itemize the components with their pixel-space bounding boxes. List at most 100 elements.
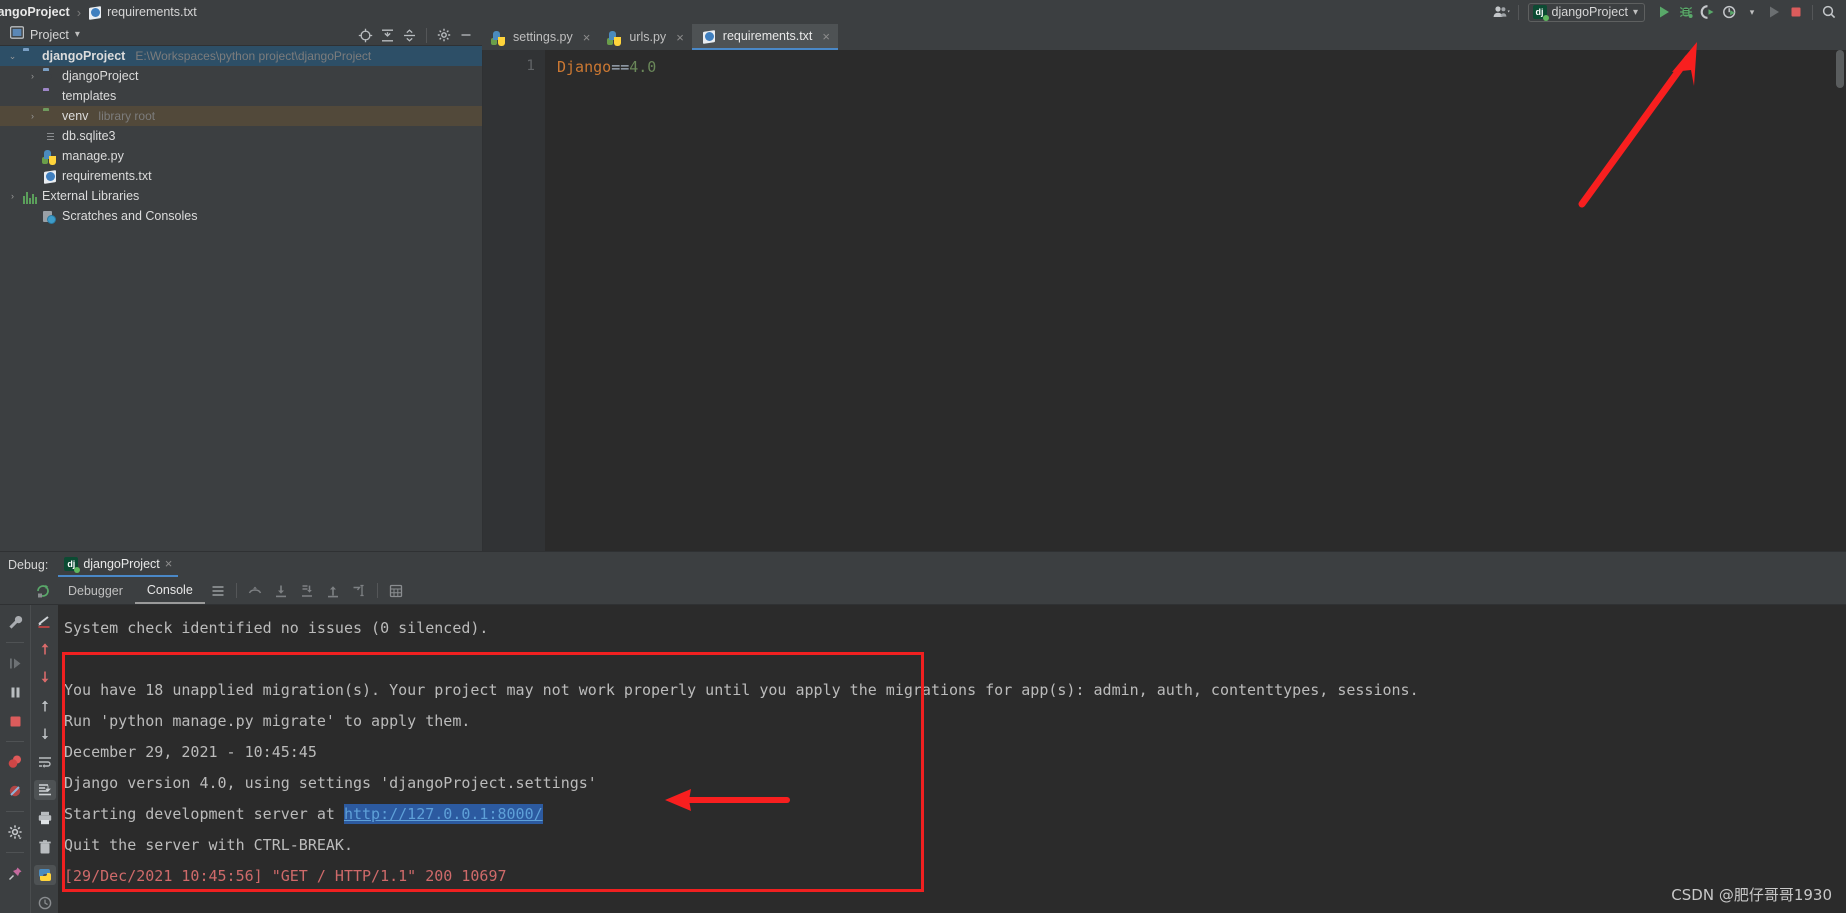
debug-session-tab[interactable]: dj djangoProject ×: [58, 553, 179, 577]
step-into-icon[interactable]: [294, 578, 320, 604]
run-configuration-selector[interactable]: dj djangoProject ▾: [1527, 2, 1645, 22]
console-line: December 29, 2021 - 10:45:45: [64, 743, 317, 761]
mute-breakpoints-icon[interactable]: [4, 780, 26, 802]
step-over-icon[interactable]: [268, 578, 294, 604]
run-with-coverage-button[interactable]: [1697, 1, 1719, 23]
breadcrumb-file[interactable]: requirements.txt: [88, 5, 197, 20]
chevron-down-icon: ▾: [1632, 6, 1638, 18]
arc-arrow-icon[interactable]: [242, 578, 268, 604]
project-tool-window-header: Project ▾: [0, 24, 482, 46]
chevron-down-icon[interactable]: ▾: [1741, 1, 1763, 23]
editor-scrollbar[interactable]: [1834, 50, 1846, 551]
arrow-down-red-icon[interactable]: [34, 667, 56, 687]
debug-session-name: djangoProject: [83, 556, 160, 571]
run-button[interactable]: [1653, 1, 1675, 23]
wrap-lines-icon[interactable]: [34, 752, 56, 772]
breadcrumb-project[interactable]: jangoProject: [0, 5, 70, 19]
tree-item-path: E:\Workspaces\python project\djangoProje…: [135, 49, 372, 63]
arrow-up-red-icon[interactable]: [34, 639, 56, 659]
profile-button[interactable]: [1719, 1, 1741, 23]
tree-item-label: db.sqlite3: [62, 129, 116, 143]
server-url-link[interactable]: http://127.0.0.1:8000/: [343, 804, 543, 824]
scroll-end-icon[interactable]: [33, 780, 56, 801]
arrow-down-icon[interactable]: [34, 724, 56, 744]
pin-icon[interactable]: [4, 862, 26, 884]
soft-wrap-icon[interactable]: [34, 611, 56, 631]
tree-item-requirements-txt[interactable]: requirements.txt: [0, 166, 482, 186]
chevron-down-icon[interactable]: ▾: [75, 29, 80, 40]
python-file-icon: [42, 149, 58, 165]
attach-to-process-button[interactable]: [1763, 1, 1785, 23]
editor-tab-requirements-txt[interactable]: requirements.txt ×: [691, 24, 838, 50]
requirements-file-icon: [43, 169, 58, 184]
editor-tab-settings-py[interactable]: settings.py ×: [482, 24, 598, 50]
console-line: System check identified no issues (0 sil…: [64, 619, 489, 637]
menu-lines-icon[interactable]: [205, 578, 231, 604]
debug-label: Debug:: [8, 557, 49, 572]
django-icon: dj: [64, 556, 81, 573]
run-to-cursor-icon[interactable]: [346, 578, 372, 604]
tab-console[interactable]: Console: [134, 578, 205, 604]
close-icon[interactable]: ×: [676, 30, 684, 45]
user-group-icon[interactable]: [1490, 1, 1513, 23]
tree-item-manage-py[interactable]: manage.py: [0, 146, 482, 166]
close-icon[interactable]: ×: [822, 29, 830, 44]
editor-code[interactable]: Django==4.0: [545, 50, 1846, 551]
debug-button[interactable]: [1675, 1, 1697, 23]
run-configuration-label: djangoProject: [1551, 5, 1628, 19]
minimize-icon[interactable]: [456, 25, 476, 45]
wrench-icon[interactable]: [4, 611, 26, 633]
trash-icon[interactable]: [34, 837, 56, 857]
console-line: You have 18 unapplied migration(s). Your…: [64, 681, 1419, 699]
tab-debugger[interactable]: Debugger: [56, 578, 135, 604]
clock-icon[interactable]: [34, 893, 56, 913]
chevron-right-icon[interactable]: ›: [26, 71, 39, 81]
close-icon[interactable]: ×: [583, 30, 591, 45]
stop-square-icon[interactable]: [4, 710, 26, 732]
arrow-up-icon[interactable]: [34, 696, 56, 716]
chevron-right-icon[interactable]: ›: [6, 191, 19, 201]
gear-icon[interactable]: [434, 25, 454, 45]
editor-tab-urls-py[interactable]: urls.py ×: [598, 24, 691, 50]
project-actions-divider: [426, 27, 427, 43]
breakpoints-icon[interactable]: [4, 751, 26, 773]
resume-icon[interactable]: [4, 652, 26, 674]
expand-all-icon[interactable]: [377, 25, 397, 45]
tree-item-djangoproject-package[interactable]: › djangoProject: [0, 66, 482, 86]
console-line-text: Starting development server at: [64, 805, 344, 823]
debug-console-output[interactable]: System check identified no issues (0 sil…: [58, 605, 1846, 913]
chevron-right-icon[interactable]: ›: [26, 111, 39, 121]
tree-item-external-libraries[interactable]: › External Libraries: [0, 186, 482, 206]
search-icon[interactable]: [1818, 1, 1840, 23]
tree-item-venv[interactable]: › venv library root: [0, 106, 482, 126]
editor-scrollbar-thumb[interactable]: [1836, 50, 1844, 88]
step-out-icon[interactable]: [320, 578, 346, 604]
printer-icon[interactable]: [34, 808, 56, 828]
close-icon[interactable]: ×: [165, 556, 173, 571]
rerun-icon[interactable]: [30, 578, 56, 604]
python-console-icon[interactable]: [33, 864, 56, 885]
tree-item-label: venv: [62, 109, 89, 123]
crosshair-icon[interactable]: [355, 25, 375, 45]
sidebar-divider-2: [6, 741, 24, 742]
collapse-all-icon[interactable]: [399, 25, 419, 45]
tree-item-djangoproject-root[interactable]: ⌄ djangoProject E:\Workspaces\python pro…: [0, 46, 482, 66]
tree-item-db-sqlite3[interactable]: db.sqlite3: [0, 126, 482, 146]
tree-item-templates[interactable]: templates: [0, 86, 482, 106]
calculator-icon[interactable]: [383, 578, 409, 604]
gear-icon[interactable]: [4, 821, 26, 843]
project-tree[interactable]: ⌄ djangoProject E:\Workspaces\python pro…: [0, 46, 482, 551]
scratches-icon: [43, 209, 58, 224]
breadcrumb-project-label: jangoProject: [0, 5, 70, 19]
tree-item-scratches-and-consoles[interactable]: Scratches and Consoles: [0, 206, 482, 226]
stop-button[interactable]: [1785, 1, 1807, 23]
tab-debugger-label: Debugger: [68, 583, 123, 598]
line-number: 1: [526, 58, 535, 74]
folder-green-icon: [43, 109, 58, 124]
chevron-down-icon[interactable]: ⌄: [6, 51, 19, 62]
editor-area[interactable]: 1 Django==4.0: [482, 50, 1846, 551]
project-panel-title: Project: [30, 27, 69, 42]
debug-toolbar-divider-2: [376, 583, 378, 598]
requirements-file-icon: [88, 5, 103, 21]
pause-icon[interactable]: [4, 681, 26, 703]
